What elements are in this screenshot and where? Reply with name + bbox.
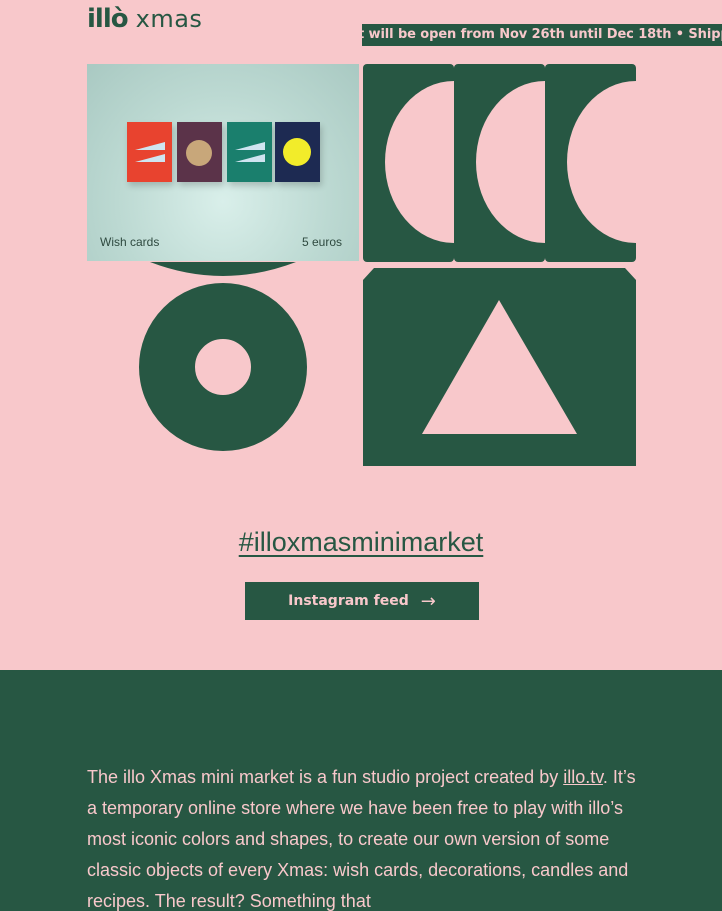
ring-shape	[139, 283, 307, 451]
arrow-right-icon: →	[420, 590, 436, 612]
hashtag-link[interactable]: #illoxmasminimarket	[0, 527, 722, 558]
wish-card-purple	[177, 122, 222, 182]
product-price: 5 euros	[301, 235, 342, 249]
instagram-feed-button[interactable]: Instagram feed →	[245, 582, 479, 620]
illo-tv-link[interactable]: illo.tv	[563, 767, 603, 787]
wish-card-teal	[227, 122, 272, 182]
logo-mark: illò	[87, 4, 129, 34]
wish-card-navy	[275, 122, 320, 182]
product-card-wish-cards[interactable]: Wish cards 5 euros	[87, 64, 359, 261]
wish-card-red	[127, 122, 172, 182]
about-text: The illo Xmas mini market is a fun studi…	[87, 762, 637, 911]
instagram-feed-label: Instagram feed	[288, 593, 409, 609]
triangle-tile	[363, 268, 636, 466]
half-moon-tile-1	[363, 64, 454, 262]
announcement-ticker: t will be open from Nov 26th until Dec 1…	[362, 24, 722, 46]
half-moon-tile-3	[545, 64, 636, 262]
ticker-text: t will be open from Nov 26th until Dec 1…	[362, 27, 722, 42]
half-moon-tile-2	[454, 64, 545, 262]
about-text-before: The illo Xmas mini market is a fun studi…	[87, 767, 564, 787]
about-section: The illo Xmas mini market is a fun studi…	[0, 670, 722, 911]
about-text-after: . It’s a temporary online store where we…	[87, 767, 636, 911]
site-logo[interactable]: illò xmas	[87, 4, 202, 34]
half-circle-shape	[150, 262, 296, 276]
logo-text: xmas	[135, 5, 203, 33]
product-label: Wish cards	[100, 235, 160, 249]
